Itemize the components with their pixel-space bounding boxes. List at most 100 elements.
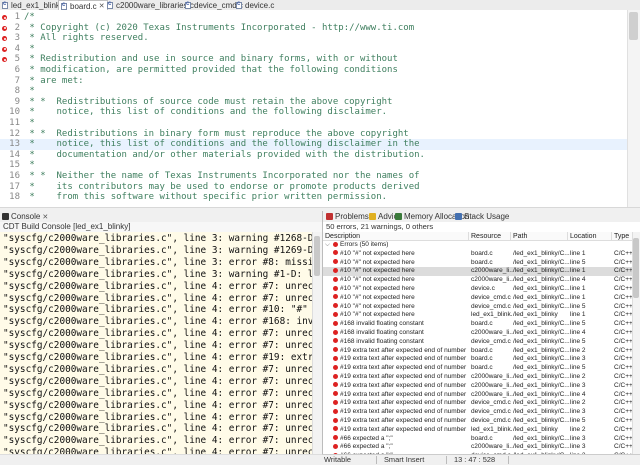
problem-description: #168 invalid floating constant xyxy=(340,329,424,336)
problem-type: C/C++ xyxy=(614,399,633,407)
editor-tab-device[interactable]: device.c xyxy=(236,0,274,10)
problem-row[interactable]: #168 invalid floating constant board.c/le… xyxy=(323,320,633,329)
code-line[interactable]: 15 * xyxy=(0,160,627,171)
line-number: 13 xyxy=(9,139,20,150)
error-marker-icon[interactable] xyxy=(2,46,7,52)
editor-scroll-thumb[interactable] xyxy=(629,12,638,40)
problem-row[interactable]: #19 extra text after expected end of num… xyxy=(323,399,633,408)
problem-row[interactable]: #19 extra text after expected end of num… xyxy=(323,408,633,417)
error-marker-icon[interactable] xyxy=(2,15,7,20)
code-line[interactable]: 3 * All rights reserved. xyxy=(0,33,627,44)
problem-type: C/C++ xyxy=(614,434,633,442)
console-title: CDT Build Console [led_ex1_blinky] xyxy=(0,222,322,232)
problem-row[interactable]: #19 extra text after expected end of num… xyxy=(323,347,633,356)
close-icon[interactable]: ✕ xyxy=(99,2,105,10)
problem-row[interactable]: #10 "#" not expected here device_cmd.c/le… xyxy=(323,303,633,312)
problem-description: #10 "#" not expected here xyxy=(340,311,415,319)
problem-location: line 4 xyxy=(570,329,586,336)
code-line[interactable]: 11 * xyxy=(0,118,627,129)
problem-row[interactable]: #19 extra text after expected end of num… xyxy=(323,364,633,373)
column-header-resource[interactable]: Resource xyxy=(469,232,511,241)
description-cell: #10 "#" not expected here xyxy=(333,267,469,276)
problem-resource: c2000ware_li... xyxy=(471,329,513,336)
code-line[interactable]: 10 * notice, this list of conditions and… xyxy=(0,107,627,118)
problem-row[interactable]: #168 invalid floating constant c2000ware_… xyxy=(323,329,633,338)
problem-row[interactable]: #19 extra text after expected end of num… xyxy=(323,373,633,382)
problem-resource: led_ex1_blink... xyxy=(471,311,513,319)
problem-row[interactable]: #19 extra text after expected end of num… xyxy=(323,426,633,435)
code-line[interactable]: 5 * Redistribution and use in source and… xyxy=(0,54,627,65)
column-header-path[interactable]: Path xyxy=(511,232,568,241)
problem-path: /led_ex1_blinky xyxy=(513,311,558,319)
column-header-type[interactable]: Type xyxy=(612,232,633,241)
error-icon xyxy=(333,267,338,273)
problem-path: /led_ex1_blinky/C... xyxy=(513,381,570,389)
code-line[interactable]: 14 * documentation and/or other material… xyxy=(0,150,627,161)
line-text: * * Redistributions of source code must … xyxy=(24,96,393,107)
code-line[interactable]: 8 * xyxy=(0,86,627,97)
build-console-output[interactable]: "syscfg/c2000ware_libraries.c", line 3: … xyxy=(0,232,312,454)
line-text: * * Neither the name of Texas Instrument… xyxy=(24,171,420,181)
problem-type: C/C++ xyxy=(614,285,633,292)
code-line[interactable]: 17 * its contributors may be used to end… xyxy=(0,182,627,193)
problem-row[interactable]: #10 "#" not expected here board.c/led_ex1… xyxy=(323,259,633,268)
console-icon xyxy=(2,213,9,220)
problem-path: /led_ex1_blinky/C... xyxy=(513,434,570,442)
code-editor[interactable]: 1/* 2 * Copyright (c) 2020 Texas Instrume… xyxy=(0,10,627,207)
column-header-location[interactable]: Location xyxy=(568,232,612,241)
code-line[interactable]: 6 * modification, are permitted provided… xyxy=(0,65,627,76)
console-line: "syscfg/c2000ware_libraries.c", line 4: … xyxy=(3,375,312,387)
problem-row[interactable]: #10 "#" not expected here device.c/led_ex… xyxy=(323,285,633,294)
close-icon[interactable]: ✕ xyxy=(42,213,48,221)
problem-row[interactable]: #10 "#" not expected here c2000ware_li...… xyxy=(323,276,633,285)
console-line: "syscfg/c2000ware_libraries.c", line 4: … xyxy=(3,411,312,423)
problem-row[interactable]: #10 "#" not expected here device_cmd.c/le… xyxy=(323,294,633,303)
problem-description: #19 extra text after expected end of num… xyxy=(340,346,467,354)
editor-tab-c2000ware-libraries[interactable]: c2000ware_libraries.c xyxy=(107,0,194,10)
chevron-down-icon[interactable]: ⌵ xyxy=(325,241,333,250)
code-line[interactable]: 7 * are met: xyxy=(0,76,627,87)
problem-row[interactable]: #19 extra text after expected end of num… xyxy=(323,417,633,426)
tab-label: Console xyxy=(11,212,41,221)
console-scroll-thumb[interactable] xyxy=(314,236,320,276)
problem-resource: device_cmd.c xyxy=(471,399,511,407)
code-line[interactable]: 4 * xyxy=(0,44,627,55)
problem-row[interactable]: #19 extra text after expected end of num… xyxy=(323,355,633,364)
problem-location: line 1 xyxy=(570,285,586,292)
console-horizontal-scrollbar[interactable] xyxy=(0,454,322,465)
problem-resource: device.c xyxy=(471,285,495,292)
error-icon xyxy=(333,320,338,326)
error-icon xyxy=(333,329,338,335)
editor-tab-device-cmd[interactable]: device_cmd.c xyxy=(185,0,243,10)
problem-row[interactable]: #19 extra text after expected end of num… xyxy=(323,391,633,400)
problem-location: line 3 xyxy=(570,408,586,416)
console-line: "syscfg/c2000ware_libraries.c", line 4: … xyxy=(3,304,308,316)
problem-row[interactable]: #10 "#" not expected here board.c/led_ex1… xyxy=(323,250,633,259)
code-line[interactable]: 2 * Copyright (c) 2020 Texas Instruments… xyxy=(0,23,627,34)
problem-row[interactable]: #10 "#" not expected here led_ex1_blink..… xyxy=(323,311,633,320)
error-marker-icon[interactable] xyxy=(2,36,7,42)
error-icon xyxy=(333,408,338,414)
code-line[interactable]: 12 * * Redistributions in binary form mu… xyxy=(0,129,627,140)
problem-row[interactable]: #66 expected a ";" board.c/led_ex1_blinky… xyxy=(323,435,633,444)
error-marker-icon[interactable] xyxy=(2,25,7,31)
code-line[interactable]: 1 /* xyxy=(0,12,627,23)
code-line[interactable]: 9 * * Redistributions of source code mus… xyxy=(0,97,627,108)
column-header-description[interactable]: Description xyxy=(323,232,469,241)
code-line[interactable]: 18 * from this software without specific… xyxy=(0,192,627,203)
line-number: 2 xyxy=(14,22,20,33)
code-line[interactable]: 16 * * Neither the name of Texas Instrum… xyxy=(0,171,627,182)
problem-location: line 5 xyxy=(570,258,586,266)
problems-scroll-thumb[interactable] xyxy=(633,238,639,298)
problem-row[interactable]: #168 invalid floating constant device_cmd… xyxy=(323,338,633,347)
code-line[interactable]: 13 * notice, this list of conditions and… xyxy=(0,139,627,150)
problem-description: #19 extra text after expected end of num… xyxy=(340,417,467,424)
errors-group-row[interactable]: ⌵ Errors (50 items) xyxy=(323,241,633,250)
problem-row[interactable]: #10 "#" not expected here c2000ware_li...… xyxy=(323,267,633,277)
problem-row[interactable]: #66 expected a ";" c2000ware_li.../led_ex… xyxy=(323,443,633,452)
problem-row[interactable]: #19 extra text after expected end of num… xyxy=(323,382,633,391)
tab-stack-usage[interactable]: Stack Usage xyxy=(455,211,509,222)
description-cell: #19 extra text after expected end of num… xyxy=(333,347,469,356)
tab-console[interactable]: Console ✕ xyxy=(2,211,48,222)
error-marker-icon[interactable] xyxy=(2,57,7,63)
